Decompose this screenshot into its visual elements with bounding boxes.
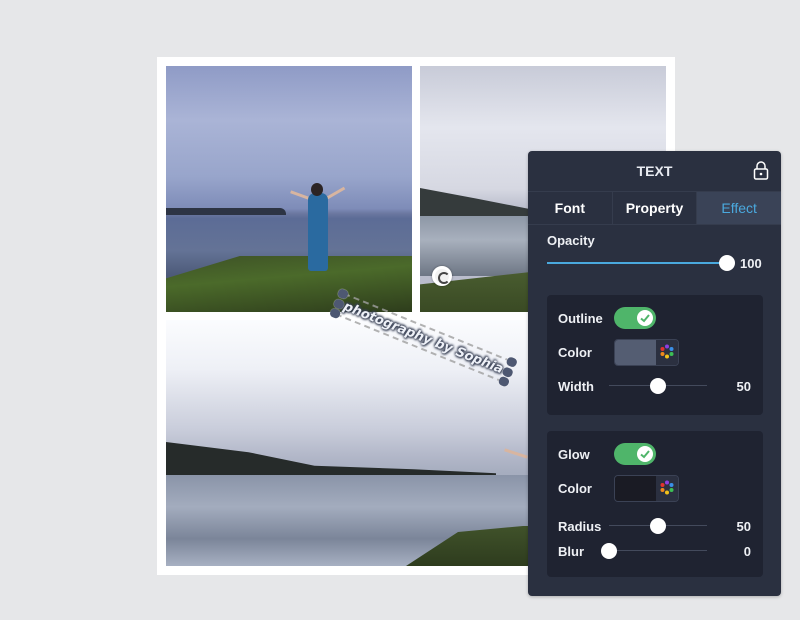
tab-font[interactable]: Font: [528, 192, 613, 224]
glow-blur-value: 0: [743, 543, 751, 559]
outline-group: Outline Color Width 50: [547, 295, 763, 415]
text-effects-panel: TEXT Font Property Effect Opacity 100 Ou…: [528, 151, 782, 596]
lock-icon[interactable]: [753, 160, 769, 180]
outline-width-thumb[interactable]: [650, 378, 666, 394]
glow-label: Glow: [558, 446, 590, 462]
outline-color-label: Color: [558, 345, 592, 360]
glow-color-swatch[interactable]: [615, 476, 656, 501]
panel-title: TEXT: [636, 163, 673, 179]
outline-color-picker[interactable]: [614, 339, 679, 366]
panel-tabs: Font Property Effect: [528, 191, 782, 225]
tab-effect[interactable]: Effect: [697, 192, 782, 224]
photo-woman-on-shore[interactable]: [166, 66, 412, 312]
check-icon: [640, 314, 650, 323]
check-icon: [640, 450, 650, 459]
rotate-handle-icon[interactable]: [432, 266, 452, 286]
tab-property[interactable]: Property: [613, 192, 698, 224]
glow-color-label: Color: [558, 481, 592, 496]
glow-blur-slider[interactable]: [601, 543, 707, 559]
glow-radius-thumb[interactable]: [650, 518, 666, 534]
glow-color-picker[interactable]: [614, 475, 679, 502]
outline-palette-button[interactable]: [656, 340, 678, 365]
glow-radius-slider[interactable]: [609, 518, 707, 534]
palette-icon: [660, 480, 674, 495]
outline-width-slider[interactable]: [609, 378, 707, 394]
outline-color-swatch[interactable]: [615, 340, 656, 365]
outline-width-label: Width: [558, 378, 594, 394]
outline-toggle[interactable]: [614, 307, 656, 329]
panel-header: TEXT: [528, 151, 781, 191]
glow-blur-thumb[interactable]: [601, 543, 617, 559]
glow-toggle[interactable]: [614, 443, 656, 465]
outline-width-value: 50: [736, 378, 751, 394]
opacity-value: 100: [740, 255, 762, 271]
outline-label: Outline: [558, 310, 603, 326]
opacity-label: Opacity: [547, 233, 595, 248]
glow-radius-label: Radius: [558, 518, 602, 534]
glow-group: Glow Color Radius 50 Blur 0: [547, 431, 763, 577]
glow-palette-button[interactable]: [656, 476, 678, 501]
opacity-slider-thumb[interactable]: [719, 255, 735, 271]
opacity-slider[interactable]: [547, 255, 735, 271]
palette-icon: [660, 344, 674, 359]
glow-radius-value: 50: [736, 518, 751, 534]
opacity-section: Opacity 100: [528, 225, 781, 275]
